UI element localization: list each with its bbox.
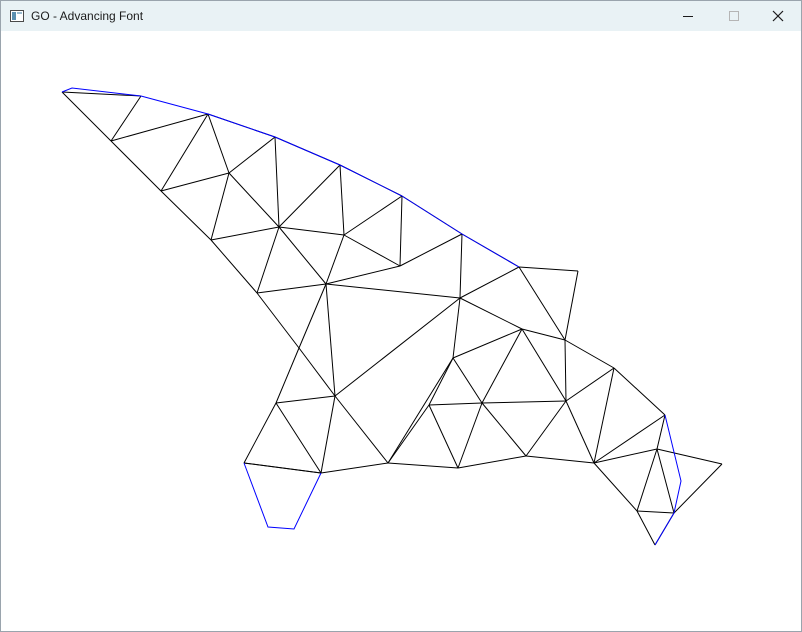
mesh-edge bbox=[452, 297, 461, 359]
front-edge bbox=[61, 87, 142, 97]
mesh-edge bbox=[160, 172, 230, 192]
window-title: GO - Advancing Font bbox=[31, 9, 144, 23]
mesh-edge bbox=[518, 266, 579, 272]
mesh-canvas-area[interactable] bbox=[1, 31, 801, 631]
mesh-edge bbox=[275, 395, 336, 404]
mesh-edge bbox=[343, 195, 403, 236]
mesh-edge bbox=[428, 402, 483, 406]
mesh-edge bbox=[481, 402, 527, 457]
mesh-edge bbox=[636, 510, 675, 514]
mesh-edge bbox=[343, 234, 401, 267]
mesh-edge bbox=[256, 283, 327, 294]
mesh-edge bbox=[325, 234, 345, 285]
maximize-button[interactable] bbox=[711, 1, 757, 31]
triangle-mesh bbox=[61, 87, 723, 546]
minimize-icon bbox=[682, 10, 694, 22]
mesh-edge bbox=[325, 265, 401, 285]
mesh-edge bbox=[459, 233, 463, 299]
mesh-edge bbox=[399, 195, 403, 267]
mesh-edge bbox=[399, 233, 463, 267]
mesh-edge bbox=[593, 448, 658, 464]
mesh-edge bbox=[274, 136, 280, 228]
mesh-edge bbox=[256, 292, 300, 349]
close-button[interactable] bbox=[755, 1, 801, 31]
mesh-edge bbox=[339, 164, 345, 236]
mesh-edge bbox=[334, 395, 389, 464]
mesh-edge bbox=[481, 400, 567, 404]
mesh-edge bbox=[593, 462, 638, 512]
mesh-edge bbox=[525, 400, 567, 457]
mesh-edge bbox=[636, 448, 658, 512]
mesh-edge bbox=[278, 226, 345, 236]
mesh-edge bbox=[320, 395, 336, 474]
minimize-button[interactable] bbox=[665, 1, 711, 31]
mesh-edge bbox=[673, 463, 723, 514]
mesh-edge bbox=[325, 283, 336, 397]
mesh-edge bbox=[564, 339, 567, 402]
front-edge bbox=[654, 512, 675, 546]
mesh-edge bbox=[521, 328, 567, 402]
mesh-edge bbox=[387, 462, 459, 469]
mesh-edge bbox=[518, 266, 566, 341]
app-window: GO - Advancing Font bbox=[0, 0, 802, 632]
mesh-edge bbox=[481, 328, 523, 404]
mesh-edge bbox=[228, 172, 280, 228]
mesh-edge bbox=[256, 226, 280, 294]
close-icon bbox=[772, 10, 784, 22]
mesh-edge bbox=[565, 400, 595, 464]
mesh-edge bbox=[452, 328, 523, 359]
mesh-edge bbox=[298, 347, 336, 397]
front-edge bbox=[140, 95, 209, 115]
mesh-edge bbox=[278, 226, 327, 285]
mesh-edge bbox=[275, 402, 322, 474]
title-bar[interactable]: GO - Advancing Font bbox=[1, 1, 801, 31]
mesh-edge bbox=[61, 91, 142, 97]
mesh-edge bbox=[210, 239, 258, 294]
mesh-edge bbox=[325, 283, 461, 299]
mesh-edge bbox=[564, 339, 615, 369]
mesh-edge bbox=[320, 462, 389, 474]
mesh-edge bbox=[275, 347, 300, 404]
mesh-edge bbox=[243, 402, 277, 464]
mesh-edge bbox=[452, 357, 483, 404]
mesh-edge bbox=[298, 283, 327, 349]
mesh-edge bbox=[656, 448, 675, 514]
mesh-edge bbox=[110, 140, 162, 192]
mesh-edge bbox=[564, 270, 579, 341]
mesh-edge bbox=[636, 510, 656, 546]
front-edge bbox=[664, 414, 682, 514]
mesh-edge bbox=[387, 404, 430, 464]
mesh-edge bbox=[210, 226, 280, 241]
mesh-edge bbox=[457, 402, 483, 469]
mesh-edge bbox=[243, 462, 322, 474]
maximize-icon bbox=[728, 10, 740, 22]
mesh-edge bbox=[278, 164, 341, 228]
mesh-edge bbox=[428, 404, 459, 469]
mesh-edge bbox=[228, 136, 276, 174]
mesh-edge bbox=[207, 113, 230, 174]
mesh-edge bbox=[457, 455, 527, 469]
mesh-edge bbox=[593, 367, 615, 464]
window-app-icon[interactable] bbox=[10, 9, 24, 22]
mesh-edge bbox=[656, 448, 723, 465]
mesh-edge bbox=[459, 266, 520, 299]
front-edge bbox=[243, 462, 322, 530]
mesh-edge bbox=[61, 91, 112, 142]
mesh-edge bbox=[565, 367, 615, 402]
mesh-edge bbox=[387, 357, 454, 464]
mesh-edge bbox=[525, 455, 595, 464]
mesh-edge bbox=[428, 357, 454, 406]
mesh-edge bbox=[160, 190, 212, 241]
front-edge bbox=[207, 113, 520, 268]
mesh-edge bbox=[613, 367, 666, 416]
mesh-edge bbox=[459, 297, 523, 330]
mesh-edge bbox=[210, 172, 230, 241]
